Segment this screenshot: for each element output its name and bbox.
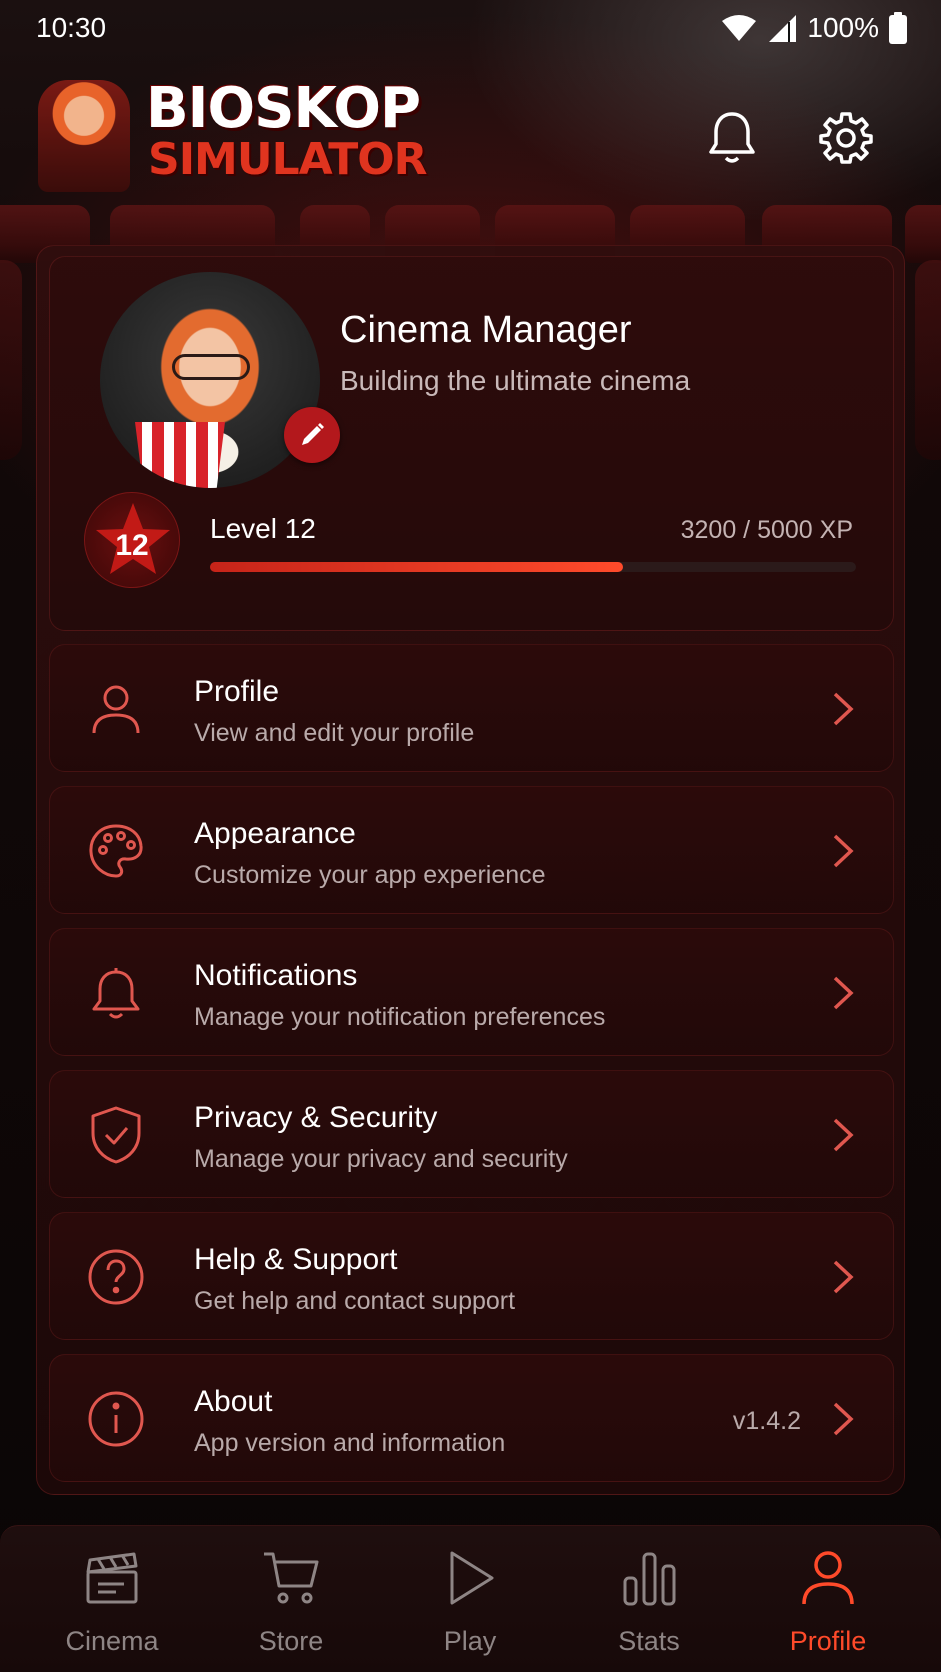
avatar-popcorn: [135, 422, 225, 488]
settings-button[interactable]: [818, 110, 874, 166]
signal-icon: [769, 15, 797, 42]
status-bar: 10:30 100%: [0, 0, 941, 60]
menu-item-about[interactable]: About App version and information v1.4.2: [49, 1354, 894, 1482]
nav-label: Stats: [618, 1626, 680, 1656]
menu-item-profile[interactable]: Profile View and edit your profile: [49, 644, 894, 772]
cart-icon: [264, 1552, 319, 1604]
wifi-icon: [722, 15, 757, 41]
profile-summary: Cinema Manager Building the ultimate cin…: [49, 256, 894, 631]
bottom-nav: Cinema Store Play Stats Profile: [0, 1525, 941, 1672]
info-icon: [88, 1391, 144, 1447]
mascot-logo-image: [38, 80, 130, 192]
play-icon: [450, 1551, 494, 1605]
edit-avatar-button[interactable]: [284, 407, 340, 463]
menu-item-subtitle: Customize your app experience: [194, 861, 546, 889]
menu-item-title: Notifications: [194, 959, 358, 992]
bell-icon: [92, 968, 140, 1019]
chevron-right-icon: [833, 1118, 854, 1152]
app-logo: BIOSKOP SIMULATOR: [38, 72, 428, 198]
notifications-button[interactable]: [704, 110, 760, 166]
xp-progress-fill: [210, 562, 624, 572]
side-seat: [915, 260, 941, 460]
chevron-right-icon: [833, 1402, 854, 1436]
user-icon: [92, 685, 140, 734]
xp-label: 3200 / 5000 XP: [680, 516, 853, 544]
menu-item-subtitle: Get help and contact support: [194, 1287, 516, 1315]
menu-item-title: Appearance: [194, 817, 356, 850]
shield-icon: [91, 1106, 141, 1164]
nav-tab-stats[interactable]: Stats: [559, 1526, 739, 1672]
menu-item-title: Profile: [194, 675, 280, 708]
logo-text-line2: SIMULATOR: [148, 134, 428, 185]
pencil-icon: [302, 423, 324, 445]
chevron-right-icon: [833, 692, 854, 726]
menu-item-title: Privacy & Security: [194, 1101, 438, 1134]
avatar[interactable]: [100, 272, 320, 488]
nav-tab-play[interactable]: Play: [380, 1526, 560, 1672]
clapperboard-icon: [86, 1552, 138, 1604]
user-icon: [802, 1551, 854, 1605]
profile-name: Cinema Manager: [340, 309, 632, 351]
nav-tab-profile[interactable]: Profile: [738, 1526, 918, 1672]
gear-icon: [819, 112, 873, 164]
side-seat: [0, 260, 22, 460]
nav-label: Profile: [789, 1626, 867, 1656]
xp-progress-bar: [210, 562, 856, 572]
menu-item-subtitle: App version and information: [194, 1429, 506, 1457]
menu-item-appearance[interactable]: Appearance Customize your app experience: [49, 786, 894, 914]
level-badge: 12: [84, 492, 180, 588]
menu-item-title: Help & Support: [194, 1243, 398, 1276]
menu-item-help-support[interactable]: Help & Support Get help and contact supp…: [49, 1212, 894, 1340]
battery-icon: [889, 12, 907, 44]
chevron-right-icon: [833, 976, 854, 1010]
menu-item-title: About: [194, 1385, 273, 1418]
bar-chart-icon: [623, 1552, 676, 1606]
nav-tab-cinema[interactable]: Cinema: [22, 1526, 202, 1672]
nav-label: Play: [443, 1626, 497, 1656]
nav-label: Cinema: [65, 1626, 159, 1656]
bell-icon: [709, 112, 755, 163]
menu-item-subtitle: View and edit your profile: [194, 719, 475, 747]
chevron-right-icon: [833, 834, 854, 868]
nav-tab-store[interactable]: Store: [201, 1526, 381, 1672]
profile-tagline: Building the ultimate cinema: [340, 365, 691, 396]
level-badge-number: 12: [115, 529, 149, 562]
battery-percent: 100%: [807, 12, 879, 43]
level-label: Level 12: [210, 513, 316, 544]
menu-item-subtitle: Manage your notification preferences: [194, 1003, 606, 1031]
help-icon: [88, 1249, 144, 1305]
nav-label: Store: [258, 1626, 324, 1656]
menu-item-privacy-security[interactable]: Privacy & Security Manage your privacy a…: [49, 1070, 894, 1198]
status-time: 10:30: [36, 12, 107, 43]
avatar-glasses: [172, 354, 250, 380]
menu-item-notifications[interactable]: Notifications Manage your notification p…: [49, 928, 894, 1056]
app-version: v1.4.2: [732, 1407, 801, 1435]
settings-card: Cinema Manager Building the ultimate cin…: [36, 245, 905, 1495]
chevron-right-icon: [833, 1260, 854, 1294]
palette-icon: [89, 824, 143, 878]
logo-text-line1: BIOSKOP: [146, 76, 421, 141]
menu-item-subtitle: Manage your privacy and security: [194, 1145, 568, 1173]
